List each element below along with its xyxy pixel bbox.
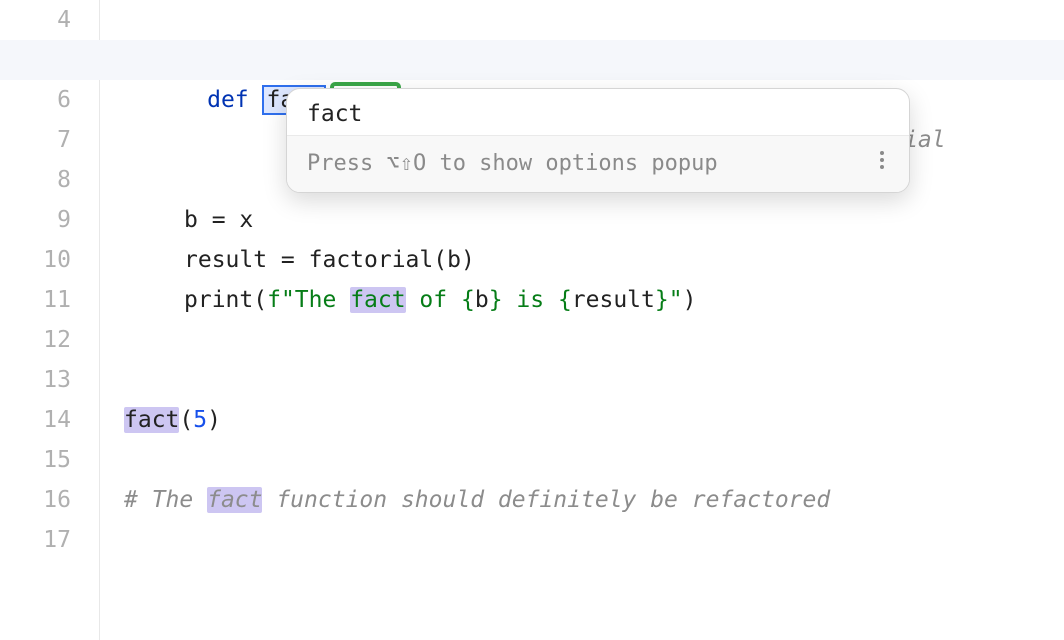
popup-suggestion[interactable]: fact: [287, 89, 909, 135]
comment: # The: [124, 487, 207, 513]
line-number: 13: [0, 360, 71, 400]
line-number: 11: [0, 280, 71, 320]
line-number-gutter: 4567891011121314151617: [0, 0, 100, 640]
code-text: result = factorial(b): [184, 247, 475, 273]
print-call: print(: [184, 287, 267, 313]
var: b: [475, 287, 489, 313]
code-editor: 4 5 67891011121314151617 def fact(x): ial …: [0, 0, 1064, 640]
occurrence-highlight: fact: [207, 487, 262, 513]
line-number: 9: [0, 200, 71, 240]
code-line-11[interactable]: print(f"The fact of {b} is {result}"): [100, 280, 1064, 320]
line-number: 17: [0, 520, 71, 560]
code-area[interactable]: def fact(x): ial b = x result = factoria…: [100, 0, 1064, 640]
code-line-5[interactable]: def fact(x):: [100, 40, 1064, 80]
code-line-14[interactable]: fact(5): [100, 400, 1064, 440]
code-line-15[interactable]: [100, 440, 1064, 480]
more-options-icon[interactable]: [869, 146, 895, 180]
line-number: 4: [0, 0, 71, 40]
code-line-9[interactable]: b = x: [100, 200, 1064, 240]
popup-footer: Press ⌥⇧O to show options popup: [287, 135, 909, 192]
number-literal: 5: [193, 407, 207, 433]
occurrence-highlight: fact: [350, 287, 405, 313]
line-number: 15: [0, 440, 71, 480]
line-number: 14: [0, 400, 71, 440]
occurrence-highlight: fact: [124, 407, 179, 433]
paren-close: ): [683, 287, 697, 313]
brace: }: [655, 287, 669, 313]
code-line-10[interactable]: result = factorial(b): [100, 240, 1064, 280]
popup-hint-text: Press ⌥⇧O to show options popup: [307, 151, 718, 176]
code-line-17[interactable]: [100, 520, 1064, 560]
line-number: 8: [0, 160, 71, 200]
code-line-4[interactable]: [100, 0, 1064, 40]
line-number: 16: [0, 480, 71, 520]
ghost-text: ial: [904, 120, 946, 160]
brace: {: [558, 287, 572, 313]
fstring: is: [503, 287, 558, 313]
var: result: [572, 287, 655, 313]
code-line-16[interactable]: # The fact function should definitely be…: [100, 480, 1064, 520]
fstring: f"The: [267, 287, 350, 313]
fstring-close: ": [669, 287, 683, 313]
line-number: 6: [0, 80, 71, 120]
line-number: 10: [0, 240, 71, 280]
code-line-12[interactable]: [100, 320, 1064, 360]
line-number: 7: [0, 120, 71, 160]
fstring: of: [406, 287, 461, 313]
paren: (: [179, 407, 193, 433]
code-text: b = x: [184, 207, 253, 233]
brace: }: [489, 287, 503, 313]
paren: ): [207, 407, 221, 433]
line-number: 12: [0, 320, 71, 360]
rename-popup: fact Press ⌥⇧O to show options popup: [286, 88, 910, 193]
code-line-13[interactable]: [100, 360, 1064, 400]
comment: function should definitely be refactored: [262, 487, 830, 513]
brace: {: [461, 287, 475, 313]
